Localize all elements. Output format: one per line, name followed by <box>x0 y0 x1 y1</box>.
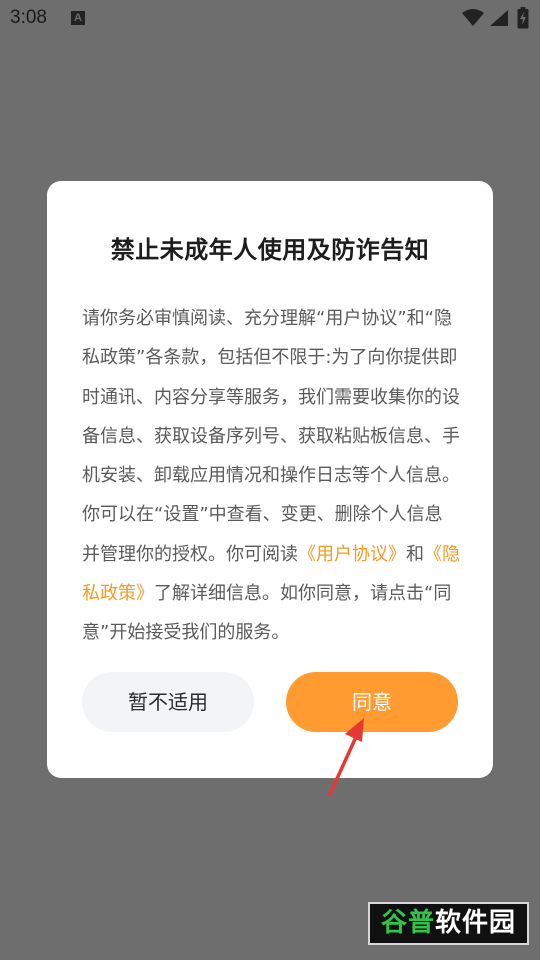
dialog-title: 禁止未成年人使用及防诈告知 <box>110 236 430 264</box>
battery-charging-icon <box>517 7 529 29</box>
watermark-logo: 谷普软件园 <box>368 902 529 945</box>
agree-button[interactable]: 同意 <box>286 672 458 732</box>
body-text: 和 <box>406 543 424 565</box>
notification-icon: A <box>71 11 85 25</box>
wifi-icon <box>462 9 484 26</box>
status-bar: 3:08 A <box>0 0 540 36</box>
user-agreement-link[interactable]: 《用户协议》 <box>298 544 406 565</box>
watermark-text: 软件园 <box>435 908 517 938</box>
signal-icon <box>490 10 508 26</box>
decline-button[interactable]: 暂不适用 <box>82 672 254 732</box>
dialog-body: 请你务必审慎阅读、充分理解“用户协议”和“隐私政策”各条款，包括但不限于:为了向… <box>82 299 460 653</box>
consent-dialog: 禁止未成年人使用及防诈告知 请你务必审慎阅读、充分理解“用户协议”和“隐私政策”… <box>47 181 493 778</box>
status-time: 3:08 <box>10 7 47 28</box>
body-text: 请你务必审慎阅读、充分理解“用户协议”和“隐私政策”各条款，包括但不限于:为了向… <box>82 308 460 565</box>
watermark-text: 谷普 <box>380 908 435 938</box>
pointer-arrow-icon <box>328 718 364 796</box>
